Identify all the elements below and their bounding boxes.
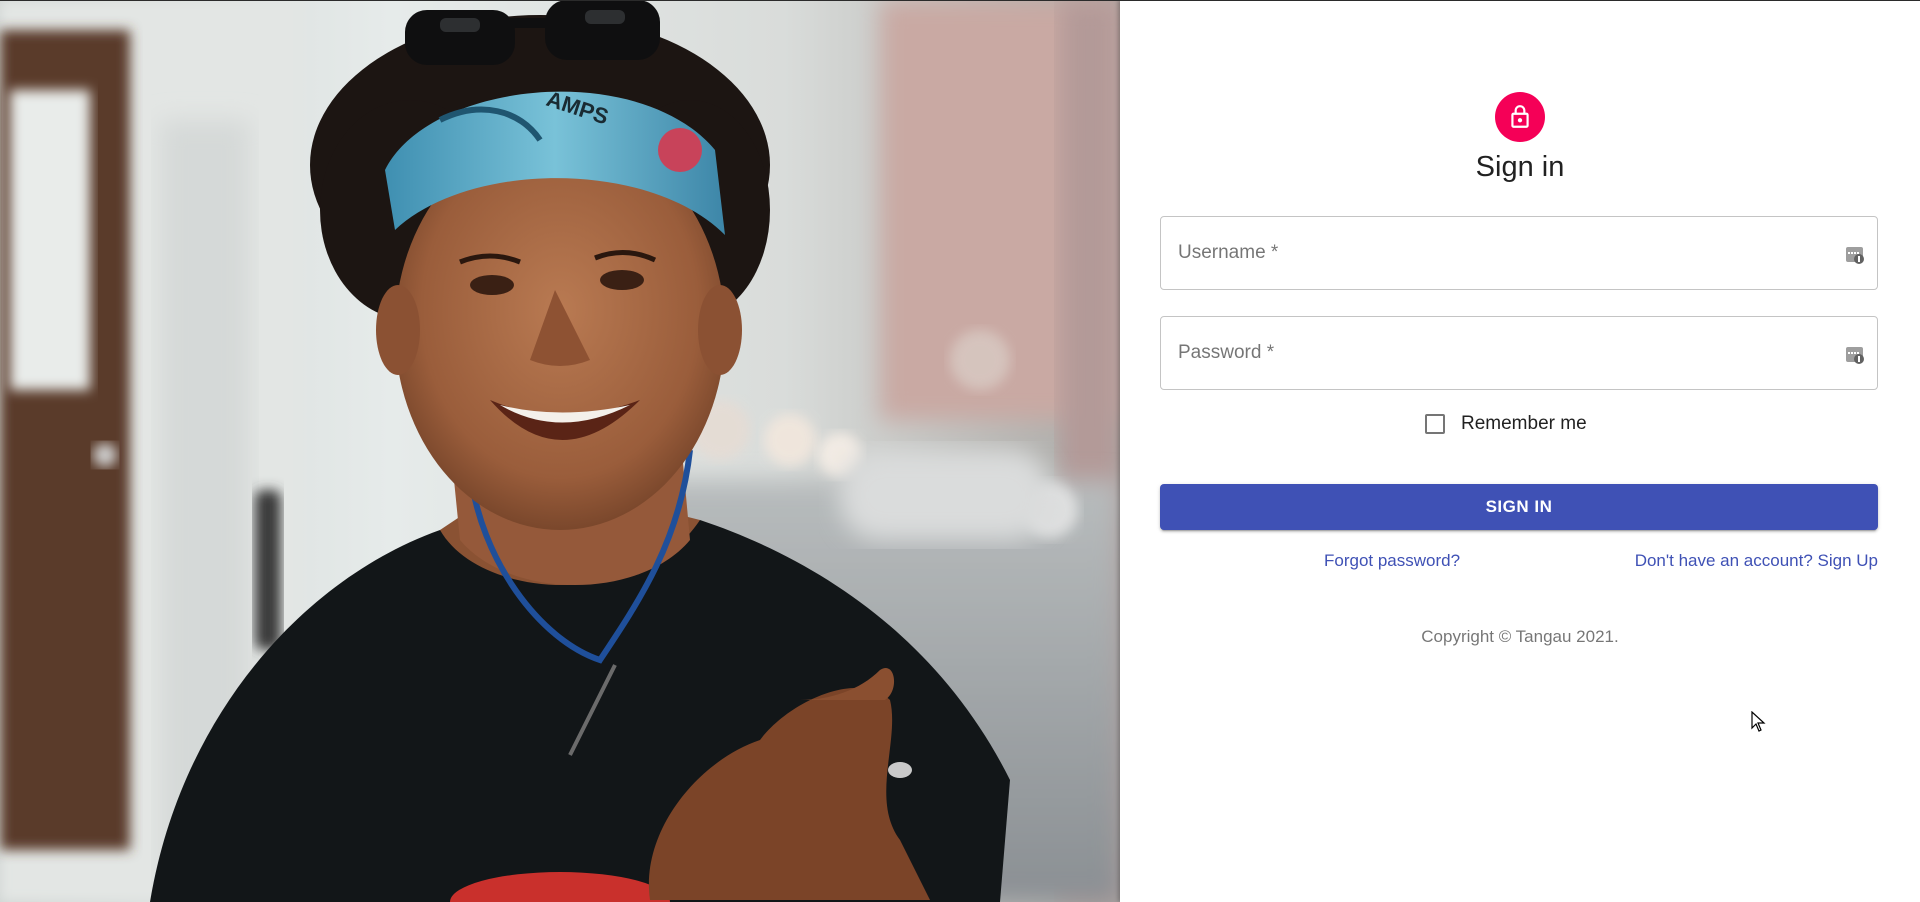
hero-photo: AMPS [0,0,1120,902]
remember-me-label: Remember me [1461,413,1587,434]
remember-me-checkbox[interactable]: Remember me [1425,413,1587,435]
password-field[interactable] [1160,316,1878,390]
username-input[interactable] [1161,217,1877,289]
lock-outlined-icon [1511,105,1529,128]
lock-avatar [1495,92,1545,142]
password-manager-key-icon[interactable] [1845,245,1865,265]
sign-up-link[interactable]: Don't have an account? Sign Up [1635,551,1878,571]
username-field[interactable] [1160,216,1878,290]
checkbox-unchecked-icon[interactable] [1425,414,1445,434]
mouse-cursor-icon [1751,711,1766,732]
sign-in-button[interactable]: SIGN IN [1160,484,1878,530]
top-border [0,0,1920,1]
password-input[interactable] [1161,317,1877,389]
sign-in-panel: Sign in Remember me SIGN IN Forgot p [1120,0,1920,902]
copyright-text: Copyright © Tangau 2021. [1421,627,1619,646]
forgot-password-link[interactable]: Forgot password? [1324,551,1460,571]
password-manager-key-icon[interactable] [1845,345,1865,365]
page-title: Sign in [1475,151,1565,183]
